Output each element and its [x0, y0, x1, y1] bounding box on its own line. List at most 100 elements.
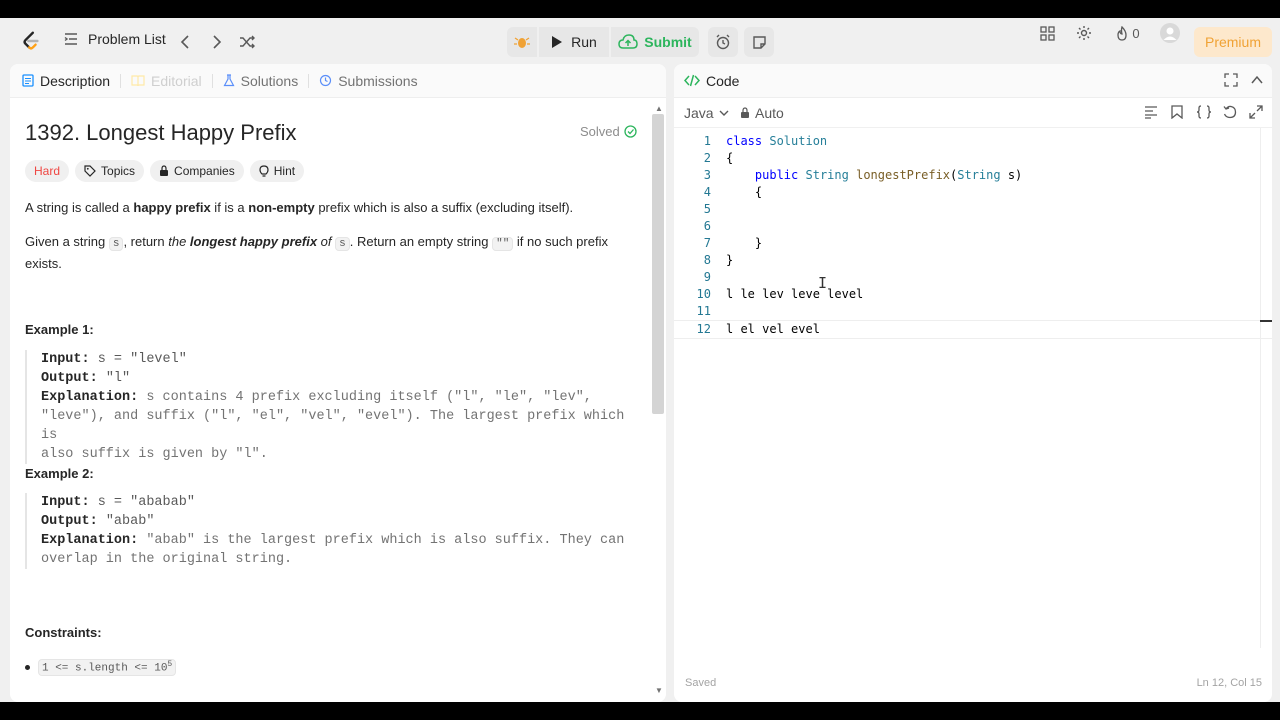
settings-button[interactable]	[1075, 18, 1093, 48]
hint-label: Hint	[273, 164, 296, 178]
line-number: 6	[703, 219, 711, 233]
maximize-icon[interactable]	[1224, 73, 1238, 87]
output-label: Output:	[41, 514, 98, 529]
line-content: class Solution	[726, 134, 828, 148]
line-number: 8	[703, 253, 711, 267]
topics-label: Topics	[101, 164, 136, 178]
explanation-label: Explanation:	[41, 390, 139, 405]
solved-status: Solved	[580, 124, 637, 139]
difficulty-badge: Hard	[25, 160, 70, 182]
lock-icon	[160, 165, 169, 176]
topics-chip[interactable]: Topics	[75, 160, 145, 182]
auto-mode-label: Auto	[755, 105, 784, 121]
premium-button[interactable]: Premium	[1194, 27, 1272, 57]
text-run: A string is called a	[25, 200, 134, 215]
flask-icon	[223, 74, 235, 87]
history-icon	[320, 74, 332, 87]
scroll-up-arrow[interactable]: ▲	[655, 104, 663, 113]
description-scrollbar[interactable]	[652, 114, 664, 414]
code-panel: Code Java Auto 1 class Solution 2{ 3 publ…	[674, 64, 1272, 702]
line-content: l le lev leve level	[726, 287, 864, 301]
companies-chip[interactable]: Companies	[150, 160, 244, 182]
editor-toolbar: Java Auto	[674, 98, 1272, 128]
example-1-block: Input: s = "level" Output: "l" Explanati…	[25, 350, 645, 464]
expand-diagonal-icon[interactable]	[1249, 105, 1263, 119]
line-number: 9	[703, 270, 711, 284]
text-run: if is a	[210, 200, 249, 215]
tab-submissions-label: Submissions	[338, 72, 418, 89]
tag-icon	[84, 165, 96, 177]
collapse-icon[interactable]	[1250, 73, 1264, 87]
problem-title: 1392. Longest Happy Prefix	[25, 120, 297, 145]
example-2-block: Input: s = "ababab" Output: "abab" Expla…	[25, 493, 645, 569]
format-lines-icon[interactable]	[1144, 105, 1158, 119]
auto-mode-toggle[interactable]: Auto	[740, 105, 784, 121]
constraint-item: 1 <= s.length <= 105	[25, 659, 177, 676]
line-number: 3	[703, 168, 711, 182]
scroll-position-marker	[1260, 320, 1272, 322]
scroll-down-arrow[interactable]: ▼	[655, 686, 663, 695]
inline-code: s	[108, 237, 124, 251]
text-run: . Return an empty string	[349, 234, 493, 249]
chevron-right-icon	[213, 35, 222, 49]
line-number: 1	[703, 134, 711, 148]
problem-tags: Hard Topics Companies Hint	[25, 160, 305, 182]
code-line: 7 }	[674, 236, 1272, 253]
line-content: public String longestPrefix(String s)	[754, 168, 1023, 182]
language-select[interactable]: Java	[684, 105, 729, 121]
text-run: prefix which is also a suffix (excluding…	[314, 200, 574, 215]
submit-label: Submit	[644, 34, 692, 50]
description-panel: Description Editorial Solutions Submissi…	[10, 64, 666, 702]
prev-problem-button[interactable]	[174, 31, 196, 53]
top-nav: Problem List Run Submit 0 Premium	[0, 18, 1280, 64]
code-line: 9	[674, 270, 1272, 287]
language-value: Java	[684, 105, 714, 121]
code-line: 10 l le lev leve level	[674, 287, 1272, 304]
bookmark-icon[interactable]	[1171, 105, 1183, 119]
notes-button[interactable]	[744, 27, 774, 57]
code-line-active: 12 l el vel evel	[674, 320, 1272, 339]
avatar[interactable]	[1159, 18, 1181, 48]
lightbulb-icon	[259, 164, 269, 177]
tab-submissions[interactable]: Submissions	[319, 73, 427, 89]
debug-button[interactable]	[507, 27, 537, 57]
inline-code: s	[335, 237, 350, 251]
random-problem-button[interactable]	[236, 31, 258, 53]
line-number: 4	[703, 185, 711, 199]
layout-button[interactable]	[1038, 18, 1056, 48]
user-avatar-icon	[1160, 23, 1180, 43]
inline-code: ""	[492, 237, 514, 251]
description-tabs: Description Editorial Solutions Submissi…	[10, 64, 666, 98]
hint-chip[interactable]: Hint	[249, 160, 305, 182]
code-line: 11	[674, 304, 1272, 321]
code-line: 4 {	[674, 185, 1272, 202]
list-icon	[64, 33, 77, 45]
solved-label: Solved	[580, 124, 620, 139]
leetcode-logo-icon[interactable]	[20, 30, 42, 52]
streak-counter[interactable]: 0	[1112, 18, 1144, 48]
timer-button[interactable]	[708, 27, 738, 57]
companies-label: Companies	[174, 164, 235, 178]
curly-braces-icon[interactable]	[1196, 105, 1212, 119]
problem-list-link[interactable]: Problem List	[64, 31, 166, 47]
cursor-position: Ln 12, Col 15	[1196, 677, 1262, 689]
tab-editorial[interactable]: Editorial	[131, 73, 212, 89]
shuffle-icon	[240, 35, 255, 49]
text-run: the	[168, 234, 190, 249]
gear-icon	[1077, 26, 1091, 40]
submit-button[interactable]: Submit	[611, 27, 699, 57]
editor-scrollbar[interactable]	[1260, 128, 1261, 648]
line-number: 7	[703, 236, 711, 250]
run-button[interactable]: Run	[539, 27, 609, 57]
bullet	[25, 664, 30, 670]
alarm-clock-icon	[716, 34, 730, 50]
reset-icon[interactable]	[1223, 105, 1237, 119]
code-header-label: Code	[706, 72, 740, 89]
code-line: 3 public String longestPrefix(String s)	[674, 168, 1272, 185]
tab-solutions-label: Solutions	[240, 72, 299, 89]
code-header: Code	[674, 64, 1272, 98]
tab-description[interactable]: Description	[22, 73, 120, 89]
output-label: Output:	[41, 371, 98, 386]
next-problem-button[interactable]	[206, 31, 228, 53]
tab-solutions[interactable]: Solutions	[223, 73, 309, 89]
